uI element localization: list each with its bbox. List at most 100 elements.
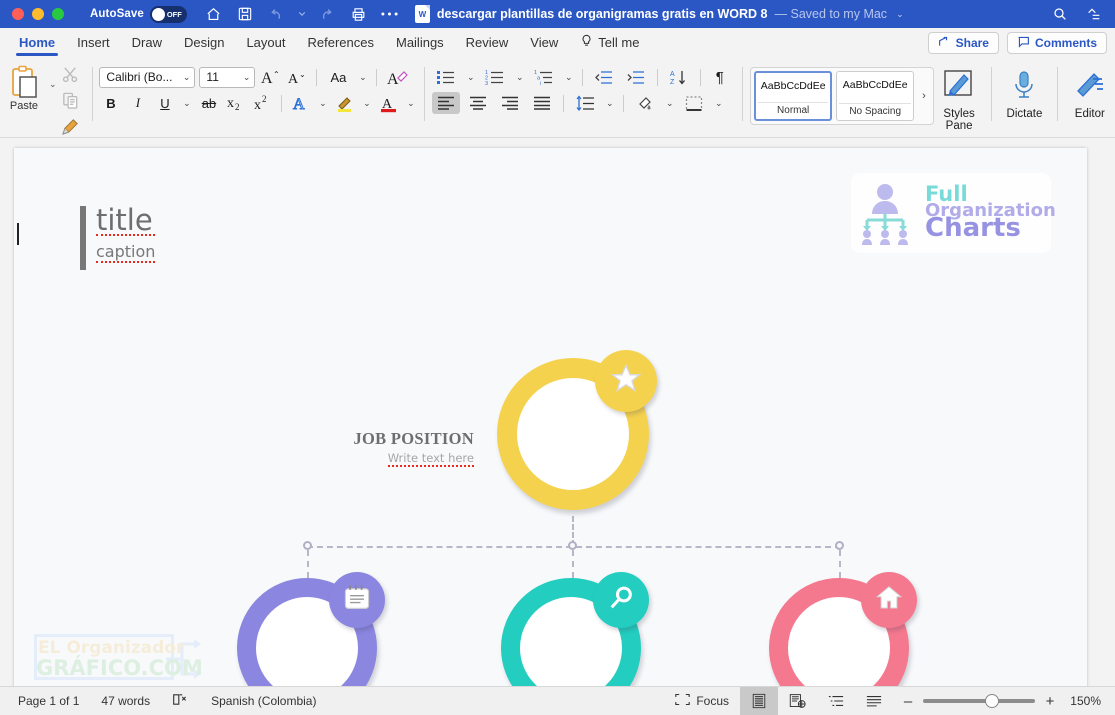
org-node-right[interactable] <box>769 572 917 686</box>
share-button[interactable]: Share <box>927 32 999 54</box>
maximize-window-button[interactable] <box>52 8 64 20</box>
align-left-icon[interactable] <box>432 92 461 114</box>
font-color-button[interactable]: A <box>377 92 400 114</box>
numbered-list-chevron-down-icon[interactable]: ⌄ <box>513 66 526 88</box>
zoom-out-button[interactable]: – <box>901 693 915 710</box>
multilevel-list-chevron-down-icon[interactable]: ⌄ <box>562 66 575 88</box>
text-effects-button[interactable]: A <box>289 92 312 114</box>
search-icon[interactable] <box>1051 5 1069 23</box>
document-title[interactable]: descargar plantillas de organigramas gra… <box>437 7 768 21</box>
line-spacing-icon[interactable] <box>571 92 599 114</box>
minimize-window-button[interactable] <box>32 8 44 20</box>
multilevel-list-icon[interactable]: 1ai <box>530 66 558 88</box>
zoom-track[interactable] <box>923 694 1035 708</box>
bullet-list-icon[interactable] <box>432 66 460 88</box>
undo-icon[interactable] <box>267 5 285 23</box>
show-marks-icon[interactable]: ¶ <box>708 66 731 88</box>
grow-font-icon[interactable]: A ⌃ <box>259 66 282 88</box>
print-icon[interactable] <box>350 5 368 23</box>
dictate-button[interactable]: Dictate <box>999 61 1049 120</box>
draft-icon[interactable] <box>855 687 893 715</box>
style-normal[interactable]: AaBbCcDdEe Normal <box>754 71 833 121</box>
page-indicator[interactable]: Page 1 of 1 <box>18 694 79 708</box>
save-icon[interactable] <box>236 5 254 23</box>
style-no-spacing[interactable]: AaBbCcDdEe No Spacing <box>836 71 915 121</box>
styles-pane-button[interactable]: Styles Pane <box>934 61 984 132</box>
language-indicator[interactable]: Spanish (Colombia) <box>211 694 316 708</box>
tab-references[interactable]: References <box>297 28 385 58</box>
tab-mailings[interactable]: Mailings <box>385 28 455 58</box>
node-badge[interactable] <box>861 572 917 628</box>
tab-layout[interactable]: Layout <box>235 28 296 58</box>
superscript-button[interactable]: x2 <box>251 92 274 114</box>
editor-button[interactable]: Editor <box>1065 61 1115 120</box>
zoom-slider[interactable]: – + <box>893 693 1065 710</box>
window-controls[interactable] <box>0 8 64 20</box>
italic-button[interactable]: I <box>126 92 149 114</box>
copy-icon[interactable] <box>61 91 80 115</box>
shrink-font-icon[interactable]: A ⌄ <box>286 66 309 88</box>
zoom-in-button[interactable]: + <box>1043 693 1057 710</box>
write-text-placeholder[interactable]: Write text here <box>387 451 474 467</box>
outline-icon[interactable] <box>817 687 855 715</box>
underline-button[interactable]: U <box>153 92 176 114</box>
expand-ribbon-icon[interactable] <box>1085 5 1103 23</box>
justify-icon[interactable] <box>528 92 556 114</box>
title-placeholder[interactable]: title <box>96 205 156 237</box>
caption-placeholder[interactable]: caption <box>96 242 156 264</box>
undo-chevron-icon[interactable] <box>298 5 306 23</box>
tab-draw[interactable]: Draw <box>121 28 173 58</box>
home-icon[interactable] <box>205 5 223 23</box>
strikethrough-button[interactable]: ab <box>197 92 220 114</box>
document-page[interactable]: title caption Full Organization Charts E… <box>14 148 1087 686</box>
bold-button[interactable]: B <box>99 92 122 114</box>
org-node-middle[interactable] <box>501 572 649 686</box>
decrease-indent-icon[interactable] <box>590 66 618 88</box>
align-right-icon[interactable] <box>496 92 524 114</box>
zoom-handle[interactable] <box>985 694 999 708</box>
align-center-icon[interactable] <box>464 92 492 114</box>
document-title-block[interactable]: title caption <box>80 205 156 270</box>
clear-formatting-icon[interactable]: A <box>384 66 412 88</box>
org-label-ceo[interactable]: JOB POSITION Write text here <box>314 429 474 467</box>
subscript-button[interactable]: x2 <box>224 92 247 114</box>
more-ellipsis-icon[interactable] <box>381 5 399 23</box>
change-case-chevron-down-icon[interactable]: ⌄ <box>356 66 369 88</box>
proofing-errors-icon[interactable] <box>172 692 189 710</box>
line-spacing-chevron-down-icon[interactable]: ⌄ <box>603 92 616 114</box>
borders-icon[interactable] <box>680 92 708 114</box>
word-count[interactable]: 47 words <box>101 694 150 708</box>
highlight-color-button[interactable] <box>333 92 356 114</box>
tab-review[interactable]: Review <box>455 28 520 58</box>
org-node-ceo[interactable] <box>497 350 657 510</box>
styles-gallery-more-icon[interactable]: › <box>918 90 930 102</box>
paste-button[interactable]: Paste <box>0 61 48 112</box>
highlight-chevron-down-icon[interactable]: ⌄ <box>360 92 373 114</box>
comments-button[interactable]: Comments <box>1006 32 1107 54</box>
increase-indent-icon[interactable] <box>622 66 650 88</box>
tell-me-button[interactable]: Tell me <box>569 34 650 52</box>
borders-chevron-down-icon[interactable]: ⌄ <box>712 92 725 114</box>
close-window-button[interactable] <box>12 8 24 20</box>
tab-home[interactable]: Home <box>8 28 66 58</box>
sort-icon[interactable]: AZ <box>665 66 693 88</box>
shading-icon[interactable] <box>631 92 659 114</box>
tab-view[interactable]: View <box>519 28 569 58</box>
node-badge[interactable] <box>595 350 657 412</box>
document-canvas[interactable]: title caption Full Organization Charts E… <box>0 138 1115 686</box>
print-layout-icon[interactable] <box>740 686 778 715</box>
org-node-left[interactable] <box>237 572 385 686</box>
document-title-group[interactable]: W descargar plantillas de organigramas g… <box>414 5 904 23</box>
title-chevron-down-icon[interactable]: ⌄ <box>896 9 904 20</box>
text-effects-chevron-down-icon[interactable]: ⌄ <box>316 92 329 114</box>
font-color-chevron-down-icon[interactable]: ⌄ <box>404 92 417 114</box>
tab-design[interactable]: Design <box>173 28 235 58</box>
font-size-select[interactable]: 11 ⌄ <box>199 66 256 88</box>
shading-chevron-down-icon[interactable]: ⌄ <box>663 92 676 114</box>
change-case-icon[interactable]: Aa <box>324 66 352 88</box>
autosave-control[interactable]: AutoSave OFF <box>90 5 187 23</box>
web-layout-icon[interactable] <box>778 687 817 715</box>
paste-chevron-down-icon[interactable]: ⌄ <box>49 79 57 90</box>
autosave-toggle[interactable]: OFF <box>149 5 187 23</box>
bullet-list-chevron-down-icon[interactable]: ⌄ <box>464 66 477 88</box>
